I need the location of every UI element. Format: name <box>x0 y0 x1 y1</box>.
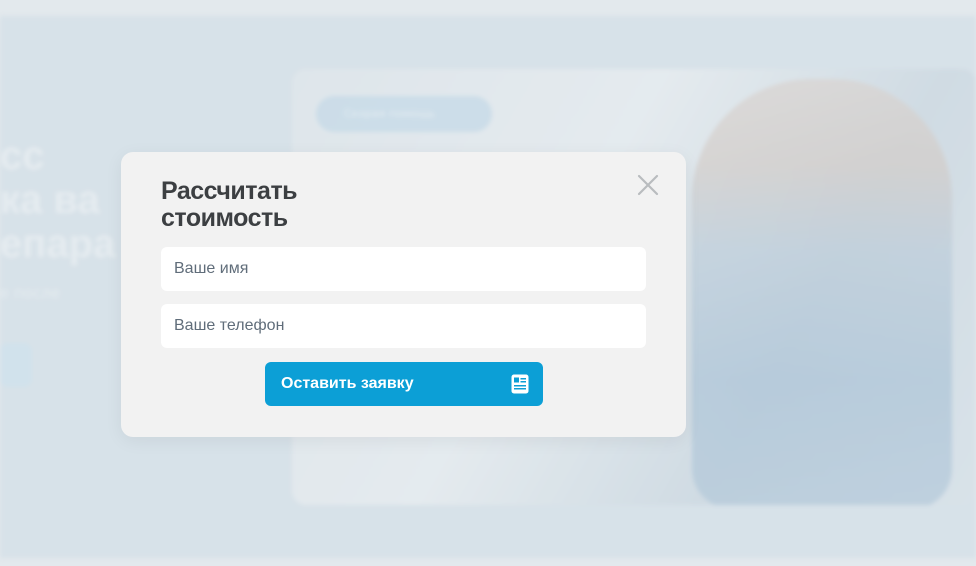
cost-calculation-modal: Рассчитать стоимость Оставить заявку <box>121 152 686 437</box>
close-icon <box>637 174 659 196</box>
close-button[interactable] <box>635 172 661 198</box>
submit-request-button[interactable]: Оставить заявку <box>265 362 543 406</box>
form-document-icon <box>511 374 529 394</box>
phone-input[interactable] <box>161 304 646 348</box>
submit-request-label: Оставить заявку <box>281 375 414 392</box>
modal-title: Рассчитать стоимость <box>161 177 298 232</box>
name-input[interactable] <box>161 247 646 291</box>
